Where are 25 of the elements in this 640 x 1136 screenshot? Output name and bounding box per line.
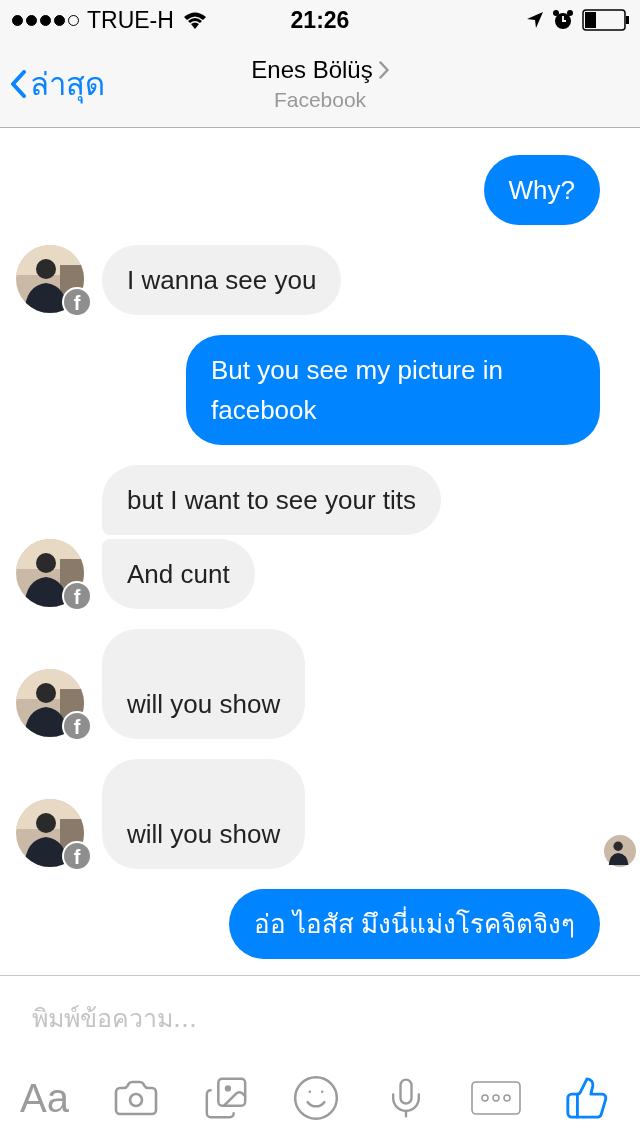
contact-name[interactable]: Enes Bölüş	[251, 55, 389, 84]
contact-subtitle: Facebook	[273, 87, 367, 112]
facebook-badge: f	[62, 581, 92, 611]
back-chevron-icon	[10, 69, 26, 98]
facebook-badge: f	[62, 287, 92, 317]
message-bubble: อ่อ ไอสัส มึงนี่แม่งโรคจิตจิงๆ	[228, 889, 600, 959]
facebook-badge: f	[62, 841, 92, 871]
more-icon[interactable]	[471, 1081, 522, 1115]
text-style-button[interactable]: Aa	[20, 1075, 69, 1121]
message-bubble: but I want to see your tits	[102, 465, 442, 535]
message-bubble: I wanna see you	[102, 245, 342, 315]
message-bubble: will you show	[102, 759, 306, 869]
alarm-clock-icon	[552, 9, 574, 31]
back-button[interactable]: ล่าสุด	[0, 53, 105, 114]
facebook-badge: f	[62, 711, 92, 741]
message-bubble: will you show	[102, 629, 306, 739]
message-bubble: But you see my picture in facebook	[186, 335, 600, 445]
message-bubble: Why?	[483, 155, 600, 225]
chevron-icon	[378, 60, 389, 79]
carrier-name: TRUE-H	[87, 6, 174, 34]
battery-icon	[582, 9, 630, 31]
message-bubble: And cunt	[102, 539, 255, 609]
clock-time: 21:26	[290, 6, 350, 34]
location-arrow-icon	[526, 11, 544, 29]
thumbs-up-icon[interactable]	[564, 1075, 610, 1121]
